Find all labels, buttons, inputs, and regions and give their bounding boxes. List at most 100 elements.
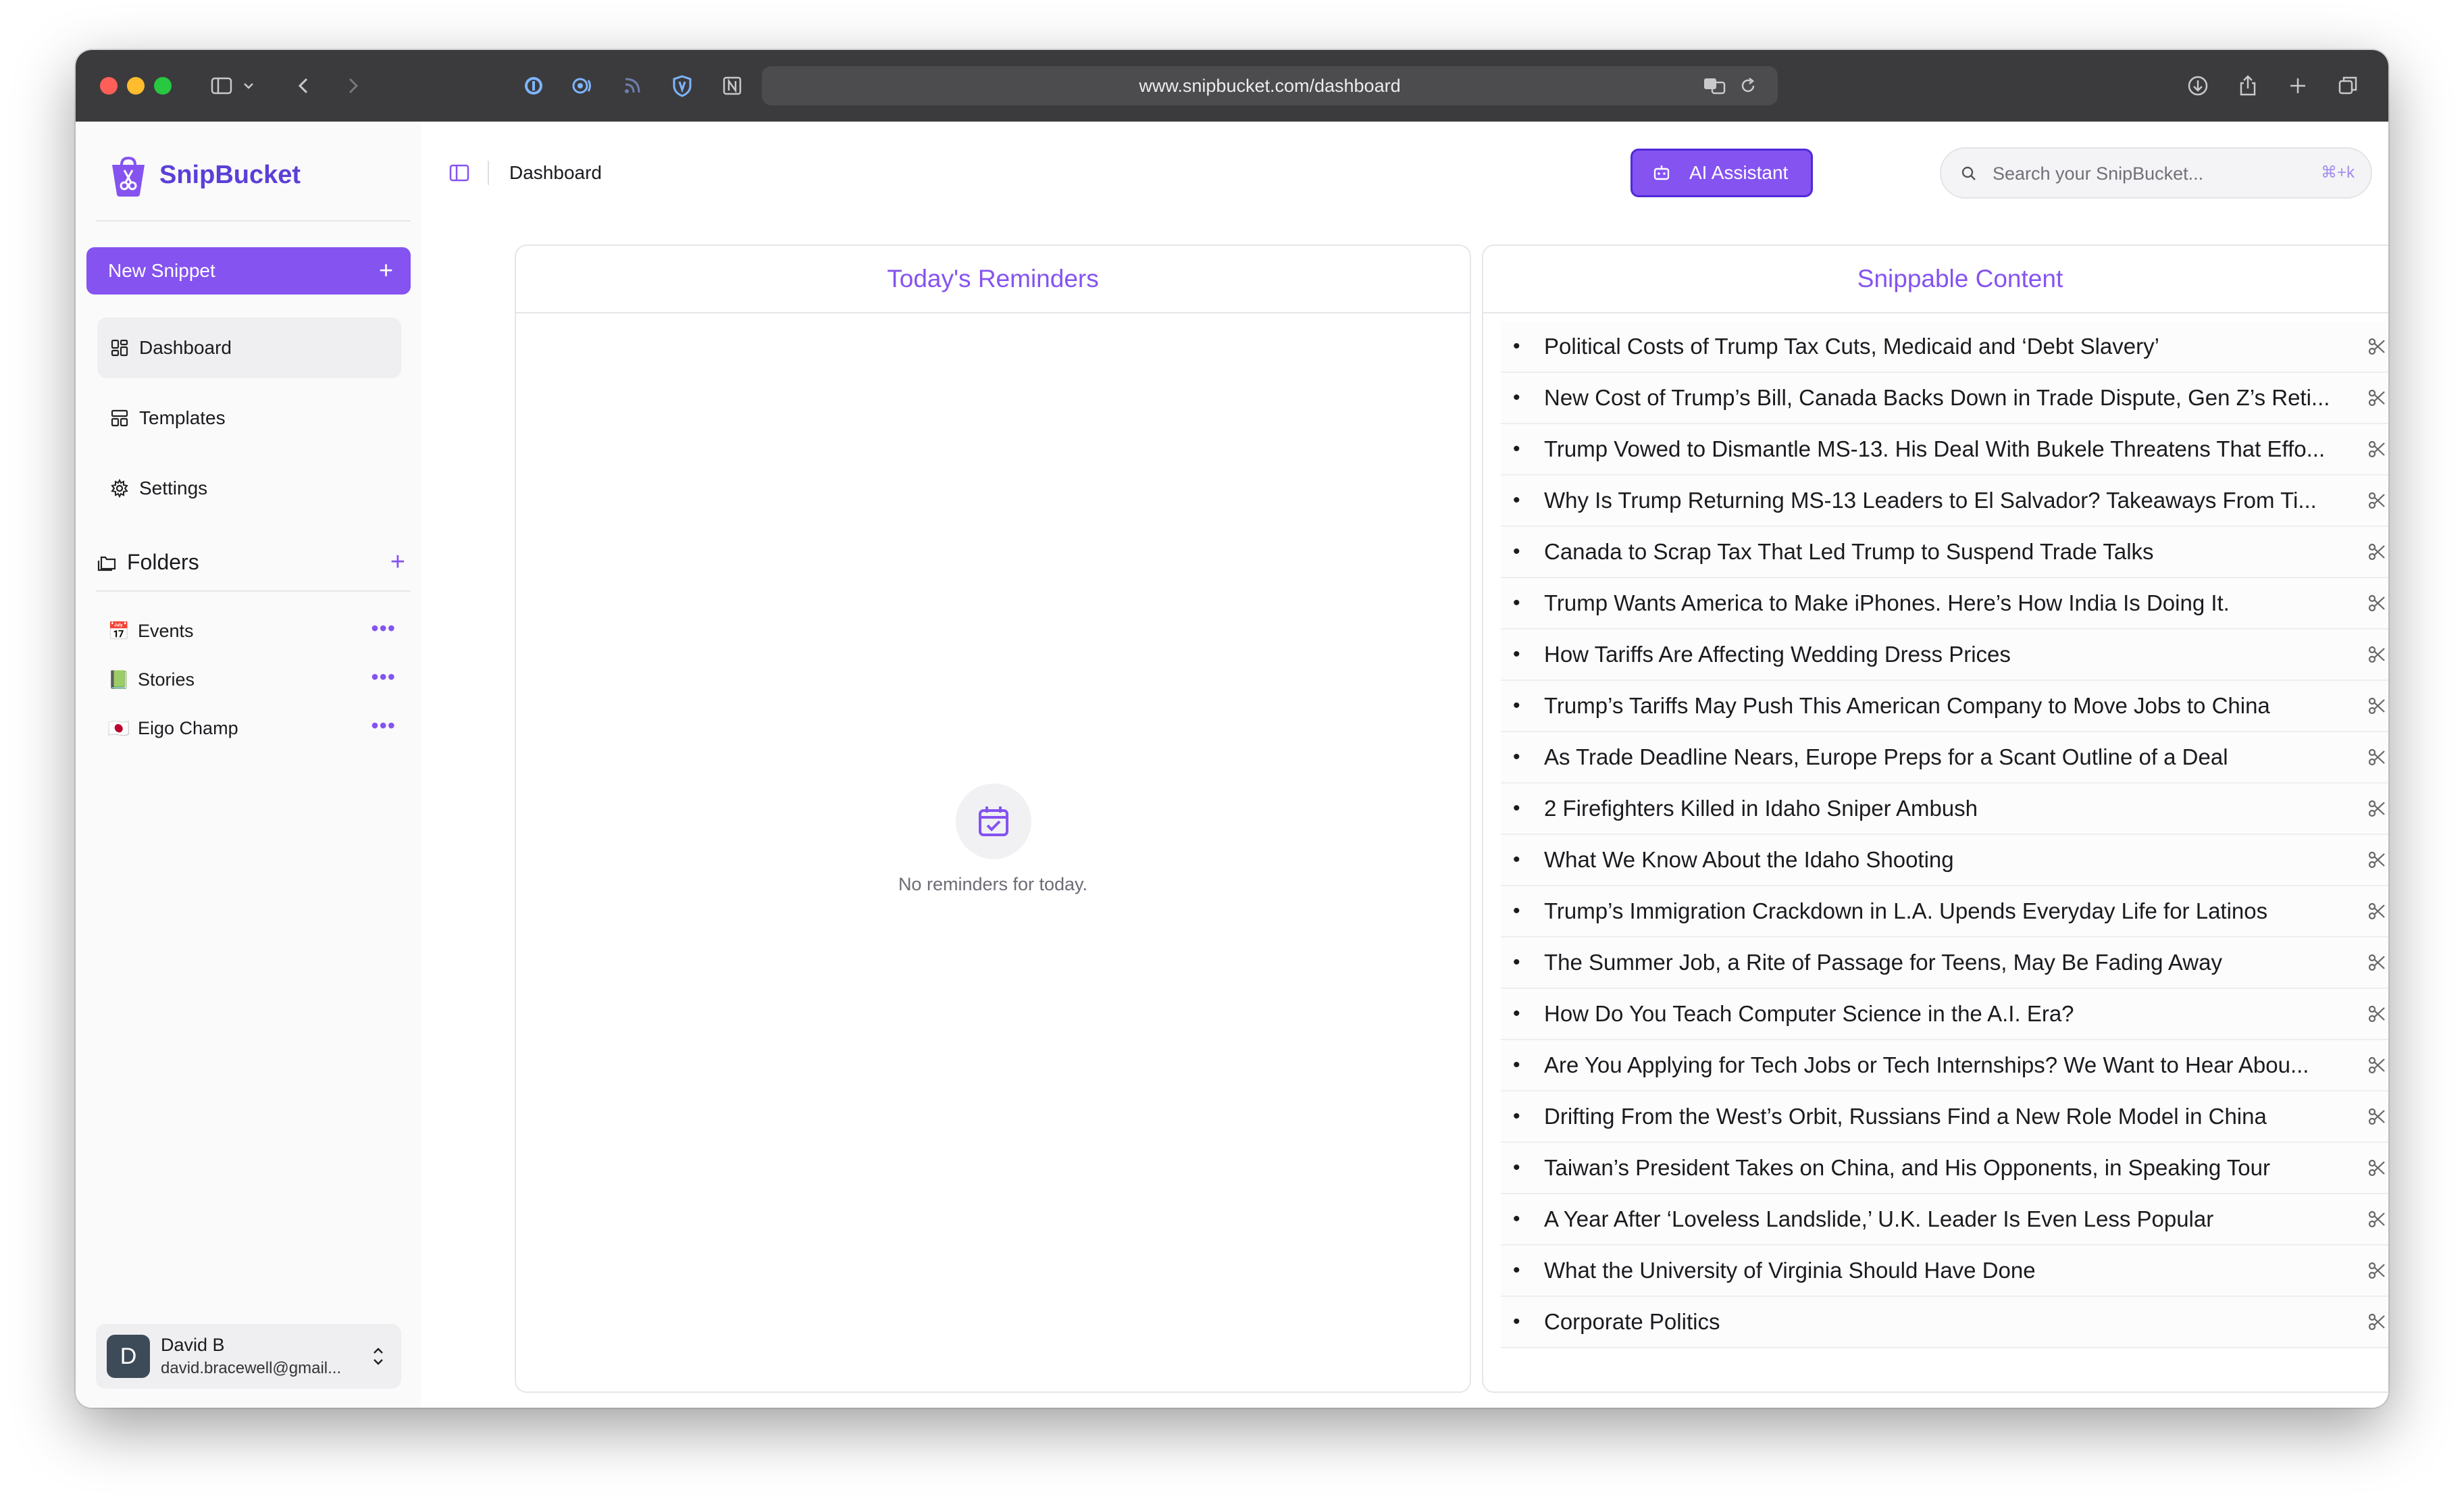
- content-list-item[interactable]: • Political Costs of Trump Tax Cuts, Medi…: [1501, 322, 2388, 373]
- content-list-item[interactable]: • Canada to Scrap Tax That Led Trump to S…: [1501, 527, 2388, 578]
- toggle-sidebar-icon[interactable]: [447, 161, 471, 185]
- scissors-icon[interactable]: [2367, 952, 2387, 973]
- sidebar-toggle-icon[interactable]: [208, 72, 235, 99]
- content-list-item[interactable]: • The Summer Job, a Rite of Passage for T…: [1501, 938, 2388, 989]
- scissors-icon[interactable]: [2367, 850, 2387, 870]
- bullet: •: [1513, 1002, 1520, 1025]
- address-bar[interactable]: www.snipbucket.com/dashboard: [762, 66, 1778, 105]
- content-list-item[interactable]: • Trump Vowed to Dismantle MS-13. His Dea…: [1501, 424, 2388, 476]
- scissors-icon[interactable]: [2367, 439, 2387, 459]
- content-list-item[interactable]: • Are You Applying for Tech Jobs or Tech …: [1501, 1040, 2388, 1092]
- scissors-icon[interactable]: [2367, 1055, 2387, 1075]
- back-icon[interactable]: [290, 72, 317, 99]
- scissors-icon[interactable]: [2367, 593, 2387, 613]
- forward-icon[interactable]: [339, 72, 366, 99]
- search-input[interactable]: [1991, 149, 2305, 199]
- rss-icon[interactable]: [619, 72, 646, 99]
- folder-item-events[interactable]: 📅 Events •••: [105, 611, 403, 651]
- more-options-icon[interactable]: •••: [371, 657, 396, 697]
- ai-assistant-button[interactable]: AI Assistant: [1631, 149, 1813, 197]
- content-list-item[interactable]: • As Trade Deadline Nears, Europe Preps f…: [1501, 732, 2388, 784]
- sidebar-divider: [96, 220, 411, 222]
- chevron-down-icon[interactable]: [240, 72, 257, 99]
- scissors-icon[interactable]: [2367, 1106, 2387, 1127]
- sidebar-item-templates[interactable]: Templates: [97, 388, 401, 449]
- content-list-item[interactable]: • 2 Firefighters Killed in Idaho Sniper A…: [1501, 784, 2388, 835]
- content-list-item[interactable]: • Trump Wants America to Make iPhones. He…: [1501, 578, 2388, 630]
- content-item-title: New Cost of Trump’s Bill, Canada Backs D…: [1544, 385, 2330, 410]
- content-item-title: How Tariffs Are Affecting Wedding Dress …: [1544, 642, 2011, 667]
- bucket-logo-icon: [108, 155, 149, 199]
- scissors-icon[interactable]: [2367, 644, 2387, 665]
- bullet: •: [1513, 1208, 1520, 1230]
- scissors-icon[interactable]: [2367, 1312, 2387, 1332]
- content-list-item[interactable]: • How Do You Teach Computer Science in th…: [1501, 989, 2388, 1040]
- content-item-title: The Summer Job, a Rite of Passage for Te…: [1544, 950, 2222, 975]
- scissors-icon[interactable]: [2367, 1209, 2387, 1229]
- reminders-title: Today's Reminders: [516, 246, 1470, 313]
- scissors-icon[interactable]: [2367, 542, 2387, 562]
- more-options-icon[interactable]: •••: [371, 608, 396, 648]
- download-icon[interactable]: [2184, 72, 2211, 99]
- add-folder-button[interactable]: +: [390, 543, 405, 581]
- content-list-item[interactable]: • What We Know About the Idaho Shooting: [1501, 835, 2388, 886]
- folder-name: Eigo Champ: [138, 718, 238, 738]
- share-icon[interactable]: [2234, 72, 2261, 99]
- content-item-title: Trump Vowed to Dismantle MS-13. His Deal…: [1544, 436, 2326, 461]
- content-list-item[interactable]: • Drifting From the West’s Orbit, Russian…: [1501, 1092, 2388, 1143]
- content-list-item[interactable]: • Trump’s Tariffs May Push This American …: [1501, 681, 2388, 732]
- close-window-button[interactable]: [100, 77, 118, 95]
- scissors-icon[interactable]: [2367, 1260, 2387, 1281]
- folders-label: Folders: [127, 550, 199, 574]
- translate-icon[interactable]: [1701, 72, 1728, 99]
- content-list-item[interactable]: • What the University of Virginia Should …: [1501, 1246, 2388, 1297]
- content-item-title: Trump’s Immigration Crackdown in L.A. Up…: [1544, 898, 2268, 923]
- sidebar-item-settings[interactable]: Settings: [97, 458, 401, 519]
- content-list-item[interactable]: • How Tariffs Are Affecting Wedding Dress…: [1501, 630, 2388, 681]
- reload-icon[interactable]: [1735, 72, 1762, 99]
- scissors-icon[interactable]: [2367, 490, 2387, 511]
- main-content: Dashboard AI Assistant ⌘+k: [421, 122, 2388, 1408]
- content-list-item[interactable]: • Taiwan’s President Takes on China, and …: [1501, 1143, 2388, 1194]
- scissors-icon[interactable]: [2367, 1158, 2387, 1178]
- content-item-title: Political Costs of Trump Tax Cuts, Medic…: [1544, 334, 2159, 359]
- notion-icon[interactable]: [719, 72, 746, 99]
- folder-item-stories[interactable]: 📗 Stories •••: [105, 659, 403, 700]
- content-item-title: Taiwan’s President Takes on China, and H…: [1544, 1155, 2270, 1180]
- tab-overview-icon[interactable]: [2334, 72, 2361, 99]
- content-list-item[interactable]: • Why Is Trump Returning MS-13 Leaders to…: [1501, 476, 2388, 527]
- content-list-item[interactable]: • Corporate Politics: [1501, 1297, 2388, 1348]
- bullet: •: [1513, 335, 1520, 357]
- content-list-item[interactable]: • Trump’s Immigration Crackdown in L.A. U…: [1501, 886, 2388, 938]
- scissors-icon[interactable]: [2367, 696, 2387, 716]
- bullet: •: [1513, 592, 1520, 614]
- new-tab-icon[interactable]: [2284, 72, 2311, 99]
- password-extension-icon[interactable]: [520, 72, 547, 99]
- scissors-icon[interactable]: [2367, 798, 2387, 819]
- scissors-icon[interactable]: [2367, 901, 2387, 921]
- maximize-window-button[interactable]: [154, 77, 172, 95]
- minimize-window-button[interactable]: [127, 77, 145, 95]
- user-email: david.bracewell@gmail...: [161, 1359, 342, 1377]
- sidebar-item-dashboard[interactable]: Dashboard: [97, 317, 401, 378]
- scissors-icon[interactable]: [2367, 388, 2387, 408]
- header-separator: [488, 161, 489, 185]
- user-name: David B: [161, 1335, 225, 1355]
- content-list-item[interactable]: • A Year After ‘Loveless Landslide,’ U.K.…: [1501, 1194, 2388, 1246]
- scissors-icon[interactable]: [2367, 747, 2387, 767]
- more-options-icon[interactable]: •••: [371, 705, 396, 746]
- scissors-icon[interactable]: [2367, 336, 2387, 357]
- broadcast-extension-icon[interactable]: [569, 72, 596, 99]
- scissors-icon[interactable]: [2367, 1004, 2387, 1024]
- content-item-title: Corporate Politics: [1544, 1309, 1720, 1334]
- templates-icon: [109, 408, 130, 428]
- shield-icon[interactable]: [669, 72, 696, 99]
- bullet: •: [1513, 386, 1520, 409]
- folder-item-eigo-champ[interactable]: 🇯🇵 Eigo Champ •••: [105, 708, 403, 748]
- bullet: •: [1513, 1105, 1520, 1127]
- folders-header: Folders +: [96, 543, 411, 581]
- content-list-item[interactable]: • New Cost of Trump’s Bill, Canada Backs …: [1501, 373, 2388, 424]
- search-shortcut: ⌘+k: [2320, 163, 2355, 182]
- new-snippet-button[interactable]: New Snippet +: [86, 247, 411, 295]
- user-menu-button[interactable]: D David B david.bracewell@gmail...: [96, 1324, 401, 1389]
